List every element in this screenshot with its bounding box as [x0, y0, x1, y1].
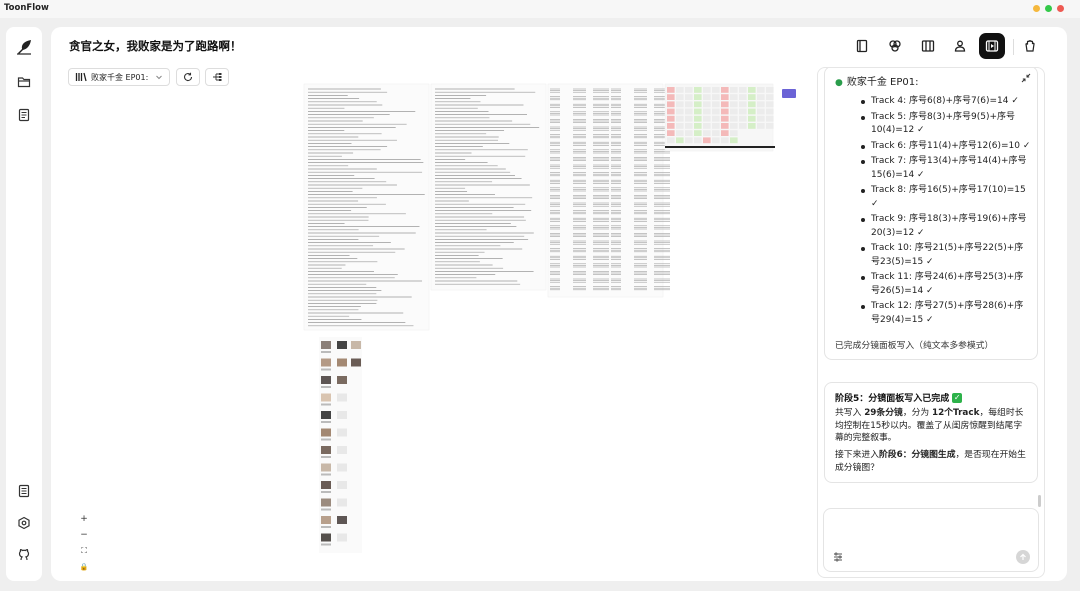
zoom-controls: + − ⛶ 🔒 [76, 513, 92, 573]
track-item: Track 7: 序号13(4)+序号14(4)+序号15(6)=14 ✓ [861, 155, 1031, 182]
zoom-button[interactable] [1045, 5, 1052, 12]
title-bar: ToonFlow [0, 0, 1080, 18]
card-title: ● 败家千金 EP01: [835, 73, 918, 88]
document-icon[interactable] [14, 105, 34, 125]
notes-icon[interactable] [14, 481, 34, 501]
minimize-button[interactable] [1033, 5, 1040, 12]
collapse-icon[interactable] [1021, 73, 1031, 83]
stage-question: 接下来进入阶段6：分镜图生成，是否现在开始生成分镜图？ [835, 450, 1026, 473]
arrow-up-icon [1020, 553, 1026, 560]
main-panel: 贪官之女，我败家是为了跑路啊！ 败家千金 EP01: + − ⛶ 🔒 ● 败家千… [51, 27, 1067, 581]
storyboard-canvas[interactable] [51, 27, 811, 581]
lock-button[interactable]: 🔒 [80, 561, 89, 573]
sidebar [6, 27, 42, 581]
assets-icon [889, 40, 901, 52]
track-item: Track 9: 序号18(3)+序号19(6)+序号20(3)=12 ✓ [861, 213, 1031, 240]
close-button[interactable] [1057, 5, 1064, 12]
analysis-sheet [430, 83, 547, 291]
toolbar-divider [1013, 39, 1014, 55]
track-list: Track 4: 序号6(8)+序号7(6)=14 ✓ Track 5: 序号8… [861, 95, 1031, 329]
track-item: Track 4: 序号6(8)+序号7(6)=14 ✓ [861, 95, 1031, 109]
app-name: ToonFlow [4, 3, 49, 13]
check-icon: ✓ [952, 392, 963, 403]
message-card-tracks: ● 败家千金 EP01: Track 4: 序号6(8)+序号7(6)=14 ✓ … [824, 68, 1038, 360]
track-item: Track 11: 序号24(6)+序号25(3)+序号26(5)=14 ✓ [861, 271, 1031, 298]
storyboard-icon [921, 40, 935, 52]
output-node[interactable] [782, 89, 796, 98]
script-sheet [303, 83, 430, 331]
track-item: Track 12: 序号27(5)+序号28(6)+序号29(4)=15 ✓ [861, 300, 1031, 327]
message-card-stage5: 阶段5：分镜面板写入已完成 ✓ 共写入 29条分镜，分为 12个Track，每组时… [824, 382, 1038, 483]
tool-storyboard[interactable] [915, 33, 941, 59]
thumbnail-column [319, 337, 362, 553]
track-item: Track 5: 序号8(3)+序号9(5)+序号10(4)=12 ✓ [861, 111, 1031, 138]
quill-icon[interactable] [14, 37, 34, 57]
shot-table-sheet [547, 83, 670, 298]
chat-scrollbar[interactable] [1038, 495, 1041, 507]
stage-summary: 共写入 29条分镜，分为 12个Track，每组时长均控制在15秒以内。覆盖了从… [835, 408, 1024, 443]
dot-icon: ● [835, 78, 843, 88]
sliders-icon[interactable] [832, 551, 844, 563]
stage-heading: 阶段5：分镜面板写入已完成 ✓ [835, 391, 963, 404]
github-icon[interactable] [14, 545, 34, 565]
stage-heading-text: 阶段5：分镜面板写入已完成 [835, 394, 950, 404]
track-item: Track 8: 序号16(5)+序号17(10)=15 ✓ [861, 184, 1031, 211]
script-icon [856, 39, 868, 53]
card-footer: 已完成分镜面板写入（纯文本多参模式） [835, 341, 994, 351]
card-title-text: 败家千金 EP01: [846, 77, 919, 88]
send-button[interactable] [1016, 550, 1030, 564]
zoom-in-button[interactable]: + [80, 513, 88, 525]
tool-script[interactable] [849, 33, 875, 59]
chat-input[interactable] [823, 508, 1039, 572]
folder-icon[interactable] [14, 72, 34, 92]
gloves-icon [1025, 40, 1035, 52]
fit-view-button[interactable]: ⛶ [81, 545, 87, 557]
tool-characters[interactable] [947, 33, 973, 59]
tool-gloves[interactable] [1017, 33, 1043, 59]
track-item: Track 6: 序号11(4)+序号12(6)=10 ✓ [861, 140, 1031, 154]
chat-panel: ● 败家千金 EP01: Track 4: 序号6(8)+序号7(6)=14 ✓ … [817, 67, 1045, 578]
window-controls [1033, 5, 1064, 12]
storyboard-grid-sheet [664, 83, 796, 152]
zoom-out-button[interactable]: − [80, 529, 88, 541]
settings-icon[interactable] [14, 513, 34, 533]
tool-assets[interactable] [882, 33, 908, 59]
tool-video[interactable] [979, 33, 1005, 59]
track-item: Track 10: 序号21(5)+序号22(5)+序号23(5)=15 ✓ [861, 242, 1031, 269]
video-icon [985, 40, 999, 52]
characters-icon [954, 40, 966, 52]
